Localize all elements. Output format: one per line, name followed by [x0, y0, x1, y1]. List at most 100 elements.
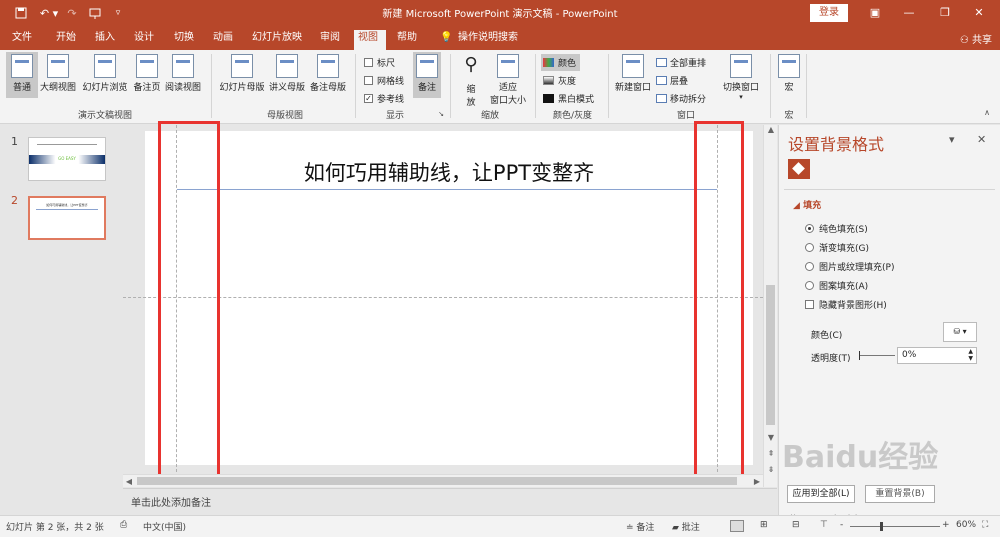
color-mode-button[interactable]: 颜色	[541, 54, 581, 71]
notes-status-button[interactable]: ≐ 备注	[626, 520, 654, 533]
scroll-thumb[interactable]	[766, 285, 775, 425]
horizontal-scrollbar[interactable]: ◀ ▶	[123, 474, 763, 487]
notes-area[interactable]: 单击此处添加备注	[123, 488, 777, 514]
black-white-label: 黑白模式	[558, 95, 595, 105]
reading-view-button[interactable]: 阅读视图	[163, 52, 203, 93]
gradient-fill-radio[interactable]: 渐变填充(G)	[805, 241, 869, 254]
tab-review[interactable]: 审阅	[316, 30, 344, 50]
spelling-icon[interactable]: ⎙	[120, 520, 127, 530]
zoom-in-button[interactable]: +	[942, 520, 950, 530]
hide-background-checkbox[interactable]: 隐藏背景图形(H)	[805, 298, 887, 311]
switch-windows-button[interactable]: 切换窗口 ▾	[718, 52, 764, 101]
slide-master-button[interactable]: 幻灯片母版	[217, 52, 267, 93]
notes-master-button[interactable]: 备注母版	[308, 52, 348, 93]
tab-slideshow[interactable]: 幻灯片放映	[248, 30, 306, 50]
reading-view-status-icon[interactable]: ⊟	[792, 520, 800, 530]
previous-slide-icon[interactable]: ⇞	[764, 449, 778, 461]
solid-fill-radio[interactable]: 纯色填充(S)	[805, 222, 868, 235]
login-button[interactable]: 登录	[810, 4, 848, 22]
tab-insert[interactable]: 插入	[91, 30, 119, 50]
guides-checkbox[interactable]: ✓ 参考线	[364, 92, 404, 105]
language-status[interactable]: 中文(中国)	[143, 520, 186, 533]
black-white-button[interactable]: 黑白模式	[543, 92, 594, 105]
share-label: 共享	[972, 35, 992, 46]
vertical-scrollbar[interactable]: ▲ ▼ ⇞ ⇟	[763, 125, 777, 487]
scroll-up-icon[interactable]: ▲	[764, 125, 778, 137]
close-icon[interactable]: ✕	[968, 3, 990, 23]
picture-fill-radio[interactable]: 图片或纹理填充(P)	[805, 260, 894, 273]
scroll-left-icon[interactable]: ◀	[123, 475, 135, 488]
normal-view-status-icon[interactable]	[730, 520, 744, 532]
transparency-input[interactable]: 0% ▲ ▼	[897, 347, 977, 364]
group-label-show: 显示	[385, 111, 404, 121]
fit-slide-icon[interactable]: ⛶	[982, 520, 988, 530]
next-slide-icon[interactable]: ⇟	[764, 465, 778, 477]
notes-icon: ≐	[626, 523, 637, 533]
ribbon-display-icon[interactable]: ▣	[864, 3, 886, 23]
notes-page-button[interactable]: 备注页	[131, 52, 163, 93]
dialog-launcher-icon[interactable]: ↘	[436, 110, 446, 118]
notes-master-label: 备注母版	[309, 83, 346, 93]
fill-section-header[interactable]: ◢ 填充	[793, 198, 821, 211]
slide-sorter-button[interactable]: 幻灯片浏览	[80, 52, 130, 93]
pattern-fill-radio[interactable]: 图案填充(A)	[805, 279, 868, 292]
scroll-right-icon[interactable]: ▶	[751, 475, 763, 488]
pane-options-icon[interactable]: ▾	[949, 133, 955, 146]
new-window-button[interactable]: 新建窗口	[613, 52, 653, 93]
zoom-out-button[interactable]: -	[840, 520, 843, 530]
gridlines-checkbox[interactable]: 网格线	[364, 74, 404, 87]
pane-close-icon[interactable]: ✕	[977, 133, 986, 146]
comments-status-button[interactable]: ▰ 批注	[672, 520, 700, 533]
title-underline	[177, 189, 717, 190]
share-button[interactable]: ⚇ 共享	[960, 31, 992, 46]
move-split-button[interactable]: 移动拆分	[656, 92, 706, 105]
notes-toggle-button[interactable]: 备注	[413, 52, 441, 98]
tab-file[interactable]: 文件	[8, 30, 36, 50]
slide-master-label: 幻灯片母版	[219, 83, 265, 93]
tab-view[interactable]: 视图	[354, 30, 386, 50]
fit-to-window-button[interactable]: 适应 窗口大小	[488, 52, 528, 106]
fill-bucket-icon[interactable]	[788, 159, 810, 179]
macros-button[interactable]: 宏	[776, 52, 802, 93]
scroll-thumb[interactable]	[137, 477, 737, 485]
tab-animations[interactable]: 动画	[209, 30, 237, 50]
slide-canvas[interactable]: 如何巧用辅助线，让PPT变整齐	[145, 131, 753, 465]
spinner-icon[interactable]: ▲ ▼	[968, 348, 973, 362]
notes-page-icon	[136, 54, 158, 78]
tab-design[interactable]: 设计	[130, 30, 158, 50]
zoom-level[interactable]: 60%	[956, 520, 976, 530]
ruler-checkbox[interactable]: 标尺	[364, 56, 395, 69]
reset-background-button[interactable]: 重置背景(B)	[865, 485, 935, 503]
scroll-down-icon[interactable]: ▼	[764, 433, 778, 445]
handout-master-button[interactable]: 讲义母版	[267, 52, 307, 93]
tab-transitions[interactable]: 切换	[170, 30, 198, 50]
zoom-button[interactable]: ⚲ 缩 放	[458, 52, 484, 108]
handout-master-icon	[276, 54, 298, 78]
zoom-slider-knob[interactable]	[880, 522, 883, 531]
normal-view-button[interactable]: 普通	[6, 52, 38, 98]
outline-view-button[interactable]: 大纲视图	[38, 52, 78, 93]
tab-tell-me[interactable]: 操作说明搜索	[454, 30, 522, 50]
sorter-view-status-icon[interactable]: ⊞	[760, 520, 768, 530]
color-picker-button[interactable]: ⛁ ▾	[943, 322, 977, 342]
restore-icon[interactable]: ❐	[934, 3, 956, 23]
slide-thumbnail-1[interactable]: GO EASY	[28, 137, 106, 181]
tab-home[interactable]: 开始	[52, 30, 80, 50]
cascade-button[interactable]: 层叠	[656, 74, 688, 87]
apply-to-all-button[interactable]: 应用到全部(L)	[787, 485, 855, 503]
slide-sorter-icon	[94, 54, 116, 78]
minimize-icon[interactable]: —	[898, 3, 920, 23]
grayscale-button[interactable]: 灰度	[543, 74, 576, 87]
arrange-all-button[interactable]: 全部重排	[656, 56, 706, 69]
slide-thumbnail-2[interactable]: 如何巧用辅助线，让PPT变整齐	[28, 196, 106, 240]
radio-button	[805, 281, 814, 290]
zoom-slider[interactable]	[850, 522, 940, 531]
new-window-icon	[622, 54, 644, 78]
tab-help[interactable]: 帮助	[393, 30, 421, 50]
slide-title[interactable]: 如何巧用辅助线，让PPT变整齐	[145, 157, 753, 187]
slideshow-status-icon[interactable]: ⊤	[820, 520, 828, 530]
transparency-slider[interactable]	[859, 351, 895, 360]
switch-windows-icon	[730, 54, 752, 78]
collapse-ribbon-icon[interactable]: ∧	[984, 108, 990, 117]
magnifier-icon: ⚲	[464, 54, 478, 75]
